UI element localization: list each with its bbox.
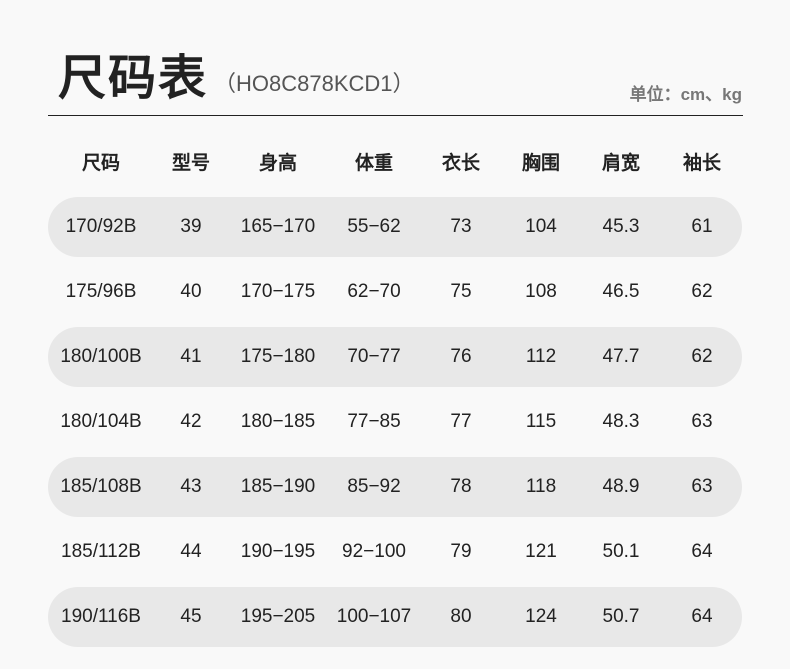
header-height: 身高 xyxy=(258,152,297,174)
table-row: 185/108B 43 185−190 85−92 78 118 48.9 63 xyxy=(48,457,742,517)
table-row: 180/100B 41 175−180 70−77 76 112 47.7 62 xyxy=(48,327,742,387)
cell-weight: 85−92 xyxy=(347,476,401,497)
cell-size: 190/116B xyxy=(61,606,141,627)
cell-size: 185/108B xyxy=(60,476,142,497)
cell-weight: 100−107 xyxy=(336,606,412,627)
model-code: （HO8C878KCD1） xyxy=(214,71,415,96)
cell-sleeve: 64 xyxy=(691,541,713,562)
cell-length: 79 xyxy=(450,541,472,562)
title-divider xyxy=(48,115,743,116)
cell-length: 75 xyxy=(450,281,472,302)
table-row: 185/112B 44 190−195 92−100 79 121 50.1 6… xyxy=(48,522,742,582)
cell-height: 190−195 xyxy=(240,541,316,562)
cell-sleeve: 61 xyxy=(691,216,713,237)
cell-weight: 92−100 xyxy=(342,541,406,562)
cell-chest: 108 xyxy=(525,281,557,302)
cell-size: 180/104B xyxy=(60,411,142,432)
cell-length: 78 xyxy=(450,476,472,497)
cell-chest: 115 xyxy=(525,411,557,432)
cell-shoulder: 45.3 xyxy=(602,216,640,237)
table-row: 175/96B 40 170−175 62−70 75 108 46.5 62 xyxy=(48,262,742,322)
cell-model: 45 xyxy=(180,606,202,627)
unit-label: 单位：cm、kg xyxy=(629,85,742,104)
cell-sleeve: 63 xyxy=(691,476,713,497)
page-title: 尺码表 xyxy=(58,52,209,105)
cell-sleeve: 62 xyxy=(691,346,713,367)
cell-size: 185/112B xyxy=(61,541,141,562)
header-sleeve: 袖长 xyxy=(682,152,721,174)
cell-model: 40 xyxy=(180,281,202,302)
cell-size: 170/92B xyxy=(65,216,137,237)
table-row: 180/104B 42 180−185 77−85 77 115 48.3 63 xyxy=(48,392,742,452)
cell-chest: 104 xyxy=(525,216,557,237)
header-shoulder: 肩宽 xyxy=(601,152,640,174)
cell-weight: 77−85 xyxy=(347,411,401,432)
cell-weight: 70−77 xyxy=(347,346,401,367)
cell-model: 44 xyxy=(180,541,202,562)
table-row: 170/92B 39 165−170 55−62 73 104 45.3 61 xyxy=(48,197,742,257)
cell-chest: 112 xyxy=(525,346,557,367)
cell-shoulder: 48.3 xyxy=(602,411,640,432)
header-chest: 胸围 xyxy=(521,152,560,174)
cell-length: 76 xyxy=(450,346,472,367)
cell-chest: 118 xyxy=(525,476,557,497)
cell-weight: 55−62 xyxy=(347,216,401,237)
header-model: 型号 xyxy=(171,152,210,174)
header-weight: 体重 xyxy=(354,152,393,174)
header-size: 尺码 xyxy=(81,152,120,174)
cell-length: 73 xyxy=(450,216,472,237)
cell-length: 77 xyxy=(450,411,472,432)
cell-sleeve: 63 xyxy=(691,411,713,432)
cell-height: 195−205 xyxy=(240,606,316,627)
cell-shoulder: 48.9 xyxy=(602,476,640,497)
size-table: 尺码 型号 身高 体重 衣长 胸围 肩宽 袖长 170/92B 39 165−1… xyxy=(48,135,742,652)
cell-weight: 62−70 xyxy=(347,281,401,302)
table-header-row: 尺码 型号 身高 体重 衣长 胸围 肩宽 袖长 xyxy=(48,135,742,187)
cell-model: 43 xyxy=(180,476,202,497)
cell-sleeve: 64 xyxy=(691,606,713,627)
table-row: 190/116B 45 195−205 100−107 80 124 50.7 … xyxy=(48,587,742,647)
cell-shoulder: 50.1 xyxy=(602,541,640,562)
cell-model: 41 xyxy=(180,346,202,367)
cell-length: 80 xyxy=(450,606,472,627)
title-row: 尺码表 （HO8C878KCD1） 单位：cm、kg xyxy=(58,38,748,108)
cell-model: 42 xyxy=(180,411,202,432)
cell-shoulder: 50.7 xyxy=(602,606,640,627)
cell-height: 175−180 xyxy=(240,346,316,367)
header-length: 衣长 xyxy=(441,152,480,174)
cell-height: 185−190 xyxy=(240,476,316,497)
cell-sleeve: 62 xyxy=(691,281,713,302)
cell-height: 170−175 xyxy=(240,281,316,302)
cell-height: 180−185 xyxy=(240,411,316,432)
cell-height: 165−170 xyxy=(240,216,316,237)
cell-size: 175/96B xyxy=(65,281,137,302)
cell-size: 180/100B xyxy=(60,346,142,367)
cell-model: 39 xyxy=(180,216,202,237)
cell-chest: 121 xyxy=(525,541,557,562)
cell-shoulder: 46.5 xyxy=(602,281,640,302)
cell-shoulder: 47.7 xyxy=(602,346,640,367)
cell-chest: 124 xyxy=(525,606,557,627)
